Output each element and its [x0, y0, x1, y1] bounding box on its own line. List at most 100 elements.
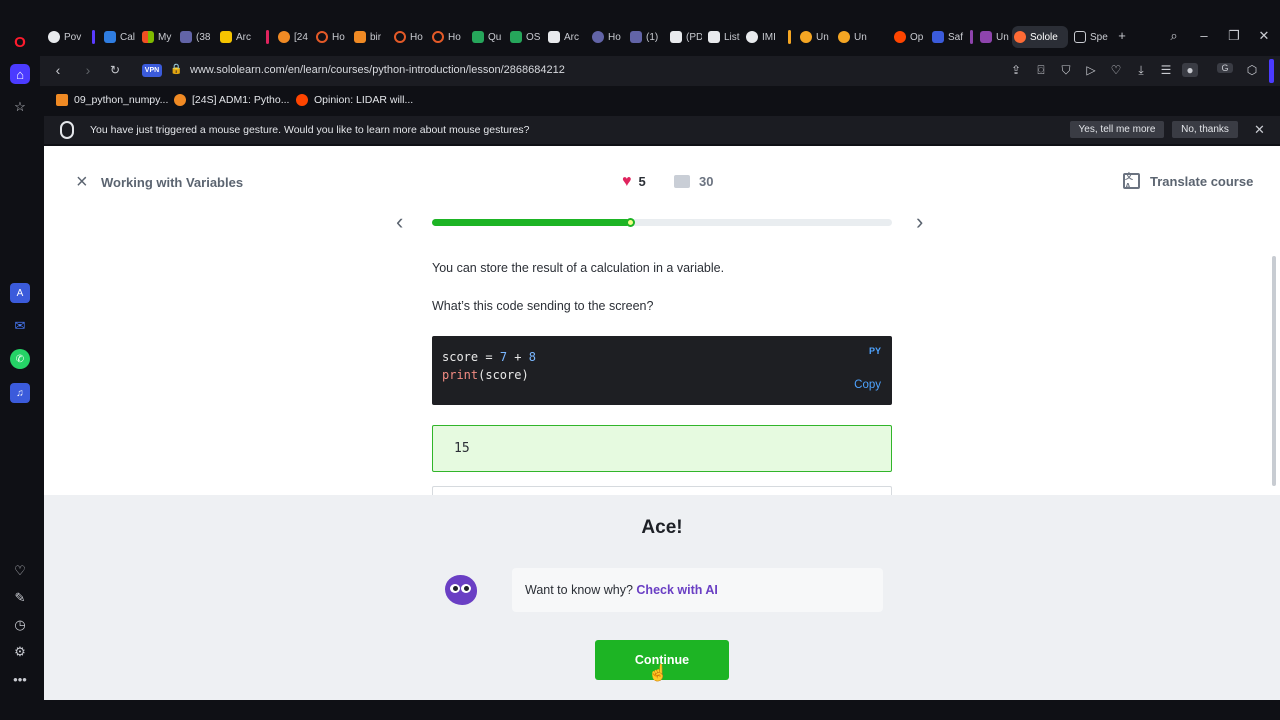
tab-item[interactable]: (PD	[668, 26, 702, 48]
tab-item[interactable]: Ho	[392, 26, 426, 48]
vpn-badge[interactable]: VPN	[142, 64, 162, 77]
whatsapp-icon[interactable]: ✆	[10, 349, 30, 369]
pinboard-icon[interactable]: ☆	[10, 97, 30, 117]
tab-item[interactable]: Ho	[314, 26, 348, 48]
search-tabs-icon[interactable]: ⌕	[1166, 28, 1182, 44]
minimize-icon[interactable]: –	[1196, 28, 1212, 43]
no-thanks-button[interactable]: No, thanks	[1172, 121, 1238, 138]
tab-favicon-icon	[670, 31, 682, 43]
tab-item[interactable]: Un	[798, 26, 832, 48]
download-icon[interactable]: ⤓	[1133, 63, 1149, 78]
restore-icon[interactable]: ❐	[1226, 28, 1242, 44]
translate-course-button[interactable]: 文A Translate course	[1123, 172, 1254, 191]
close-lesson-icon[interactable]: ×	[76, 172, 88, 192]
music-player-icon[interactable]: ♫	[10, 383, 30, 403]
code-token: print	[442, 368, 479, 382]
page-scrollbar[interactable]	[1272, 256, 1276, 486]
aria-icon[interactable]: A	[10, 283, 30, 303]
tab-label: Arc	[564, 31, 579, 43]
bookmark-item[interactable]: [24S] ADM1: Pytho...	[174, 94, 289, 106]
home-icon[interactable]: ⌂	[10, 64, 30, 84]
check-with-ai-link[interactable]: Check with AI	[636, 583, 718, 597]
tab-item[interactable]: Op	[892, 26, 926, 48]
share-icon[interactable]: ⇪	[1008, 63, 1024, 77]
bookmark-item[interactable]: Opinion: LIDAR will...	[296, 94, 413, 106]
edit-icon[interactable]: ✎	[10, 588, 30, 608]
tab-favicon-icon	[472, 31, 484, 43]
mascot-eye	[461, 584, 471, 593]
tab-item[interactable]: Spe	[1072, 26, 1108, 48]
url-field[interactable]: www.sololearn.com/en/learn/courses/pytho…	[190, 64, 565, 76]
likes-button[interactable]: ♥ 5	[622, 173, 646, 189]
tab-item-active[interactable]: Solole	[1012, 26, 1068, 48]
back-icon[interactable]: ‹	[50, 62, 66, 78]
tab-item[interactable]: Arc	[546, 26, 582, 48]
tab-item[interactable]: Qu	[470, 26, 506, 48]
bookmark-heart-icon[interactable]: ♡	[1108, 63, 1124, 77]
tab-label: Cal	[120, 31, 136, 43]
easy-setup-icon[interactable]: ☰	[1158, 63, 1174, 77]
forward-icon[interactable]: ›	[80, 62, 96, 78]
close-window-icon[interactable]: ✕	[1256, 28, 1272, 44]
tab-item[interactable]: Arc	[218, 26, 254, 48]
translate-label: Translate course	[1150, 173, 1254, 189]
tab-item[interactable]: [24	[276, 26, 310, 48]
tab-label: Qu	[488, 31, 502, 43]
tab-item[interactable]: OS	[508, 26, 542, 48]
tab-item[interactable]: Un	[836, 26, 870, 48]
copy-code-button[interactable]: Copy	[854, 379, 881, 391]
tab-item[interactable]: (38	[178, 26, 214, 48]
tab-item[interactable]: IMI	[744, 26, 780, 48]
lesson-title: Working with Variables	[101, 175, 244, 190]
code-content: score = 7 + 8 print(score)	[442, 348, 536, 384]
tab-item[interactable]: Un	[978, 26, 1010, 48]
reload-icon[interactable]: ↻	[107, 63, 123, 77]
tab-favicon-icon	[432, 31, 444, 43]
tab-label: Solole	[1030, 31, 1058, 43]
tab-item[interactable]: Saf	[930, 26, 966, 48]
new-tab-icon[interactable]: +	[1114, 28, 1130, 43]
yes-tell-me-more-button[interactable]: Yes, tell me more	[1070, 121, 1164, 138]
tab-label: Pov	[64, 31, 82, 43]
extensions-icon[interactable]: ⬡	[1244, 63, 1260, 77]
tab-label: Ho	[410, 31, 423, 43]
tab-label: (1)	[646, 31, 659, 43]
code-token: score	[442, 350, 479, 364]
profile-icon[interactable]: ●	[1182, 63, 1198, 77]
tab-item[interactable]: List	[706, 26, 740, 48]
history-icon[interactable]: ◷	[10, 615, 30, 635]
bookmark-item[interactable]: 09_python_numpy...	[56, 94, 168, 106]
close-notification-icon[interactable]: ✕	[1254, 122, 1265, 138]
snapshot-icon[interactable]: ⌼	[1033, 63, 1049, 78]
tab-label: Arc	[236, 31, 251, 43]
tab-item[interactable]: Pov	[46, 26, 86, 48]
tab-item[interactable]: bir	[352, 26, 388, 48]
more-icon[interactable]: •••	[10, 669, 30, 689]
tab-item[interactable]: (1)	[628, 26, 662, 48]
comments-button[interactable]: 30	[674, 174, 713, 189]
lesson-question: What’s this code sending to the screen?	[432, 299, 654, 313]
tab-group-marker	[266, 30, 269, 44]
tab-label: My	[158, 31, 172, 43]
next-step-icon[interactable]: ›	[916, 211, 923, 233]
mascot-pupil	[453, 586, 458, 591]
lock-icon[interactable]: 🔒	[170, 64, 182, 75]
tab-favicon-icon	[48, 31, 60, 43]
tab-favicon-icon	[394, 31, 406, 43]
tab-item[interactable]: Ho	[430, 26, 466, 48]
tab-item[interactable]: Cal	[102, 26, 136, 48]
tab-group-marker	[788, 30, 791, 44]
answer-option-correct[interactable]: 15	[432, 425, 892, 472]
opera-logo-icon[interactable]: O	[10, 32, 30, 52]
player-icon[interactable]: ▷	[1083, 63, 1099, 77]
messenger-icon[interactable]: ✉	[10, 316, 30, 336]
mascot-pupil	[464, 586, 469, 591]
shield-icon[interactable]: ⛉	[1058, 63, 1074, 78]
tab-item[interactable]: My	[140, 26, 174, 48]
previous-step-icon[interactable]: ‹	[396, 211, 403, 233]
lesson-progress-bar	[432, 218, 892, 227]
tab-item[interactable]: Ho	[590, 26, 624, 48]
grammarly-icon[interactable]: G	[1217, 63, 1233, 73]
settings-icon[interactable]: ⚙	[10, 642, 30, 662]
favorites-icon[interactable]: ♡	[10, 561, 30, 581]
